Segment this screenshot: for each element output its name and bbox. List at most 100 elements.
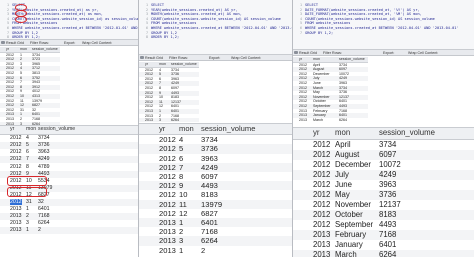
table-row[interactable]: 2012 4 3734 [0, 135, 138, 142]
table-row[interactable]: 2012 8 6097 [139, 172, 292, 181]
table-row[interactable]: 2012 6 3963 [0, 149, 138, 156]
table-row[interactable]: 2012 4 3734 [139, 135, 292, 144]
result-grid-tab[interactable]: Result Grid [299, 51, 317, 55]
table-cell: 4493 [171, 90, 179, 95]
sql-code-line: SELECT [305, 3, 318, 7]
table-cell: 13979 [201, 199, 223, 209]
table-row[interactable]: 2012 6 3963 [139, 154, 292, 163]
column-header-yr[interactable]: yr [299, 57, 302, 61]
highlight-row-box [7, 187, 47, 197]
table-row[interactable]: 2013 January 6401 [293, 240, 474, 250]
table-row[interactable]: 2012 May 3736 [293, 190, 474, 200]
table-cell: 12137 [171, 99, 181, 104]
table-row[interactable]: 2012 5 3736 [139, 144, 292, 154]
table-cell: 4493 [379, 220, 397, 229]
table-row[interactable]: 2013 1 6401 [0, 206, 138, 213]
table-cell: 2012 [299, 76, 307, 81]
right-sql-editor[interactable]: 1 SELECT 2 DATE_FORMAT(website_sessions.cr… [293, 0, 474, 50]
column-header-mon[interactable]: mon [26, 126, 36, 132]
table-row[interactable]: 2012 September 4493 [293, 220, 474, 230]
table-cell: 6264 [339, 117, 347, 122]
table-cell: 10 [179, 190, 188, 200]
left-result-toolbar: Result Grid Filter Rows: Export: Wrap Ce… [0, 40, 138, 46]
column-header-session-volume[interactable]: session_volume [339, 57, 365, 61]
line-number: 5 [145, 21, 148, 26]
table-cell: 3 [20, 61, 22, 66]
table-row[interactable]: 2013 3 6264 [0, 220, 138, 227]
result-grid-tab[interactable]: Result Grid [6, 41, 24, 45]
table-row[interactable]: 2012 12 6827 [139, 209, 292, 218]
column-header-yr[interactable]: yr [145, 62, 148, 66]
result-grid-header: yr mon session_volume [139, 124, 292, 136]
table-row[interactable]: 2012 August 6097 [293, 150, 474, 160]
table-cell: 2012 [145, 72, 153, 77]
table-cell: 2012 [6, 75, 14, 80]
line-number: 4 [299, 16, 302, 21]
line-number: 6 [299, 26, 302, 30]
column-header-session-volume[interactable]: session_volume [379, 128, 435, 137]
table-row[interactable]: 2012 July 4249 [293, 170, 474, 180]
table-cell: 2012 [6, 84, 14, 89]
column-header-mon[interactable]: mon [159, 62, 166, 66]
table-row[interactable]: 2013 February 7168 [293, 230, 474, 240]
table-row[interactable]: 2012 8 4789 [0, 164, 138, 171]
table-cell: 7 [159, 81, 161, 86]
column-header-session-volume[interactable]: session_volume [201, 124, 255, 133]
column-header-mon[interactable]: mon [313, 57, 320, 61]
table-row[interactable]: 2012 December 10072 [293, 160, 474, 170]
grid-icon [140, 56, 144, 59]
table-cell: 2012 [299, 71, 307, 76]
table-row[interactable]: 2012 November 12137 [293, 200, 474, 210]
table-row[interactable]: 2012 April 3734 [293, 140, 474, 150]
column-header-yr[interactable]: yr [159, 124, 165, 133]
column-header-session-volume[interactable]: session_volume [32, 47, 58, 51]
column-header-yr[interactable]: yr [6, 47, 9, 51]
column-header-mon[interactable]: mon [179, 124, 194, 133]
table-row[interactable]: 2013 March 6264 [293, 250, 474, 257]
table-row[interactable]: 2013 3 6264 [139, 236, 292, 246]
table-row[interactable]: 2012 7 4249 [139, 162, 292, 172]
table-cell: 3734 [171, 67, 179, 72]
table-row[interactable]: 2013 2 7168 [139, 227, 292, 236]
table-row[interactable]: 2012 June 3963 [293, 180, 474, 190]
table-cell: June [313, 80, 321, 85]
table-cell: 3752 [32, 75, 40, 80]
table-row[interactable]: 2012 11 13979 [139, 199, 292, 209]
table-cell: 2012 [10, 199, 22, 205]
filter-rows-label: Filter Rows: [323, 51, 342, 55]
table-row[interactable]: 2013 2 7168 [0, 213, 138, 221]
table-cell: 3912 [32, 84, 40, 89]
table-cell: 2012 [10, 135, 22, 142]
table-cell: 11 [179, 199, 187, 209]
table-cell: 2013 [10, 220, 22, 227]
table-row[interactable]: 2012 31 32 [0, 199, 138, 207]
table-cell: 1 [26, 206, 29, 213]
result-grid-tab[interactable]: Result Grid [145, 56, 163, 60]
sql-code-line: COUNT(website_sessions.website_session_i… [151, 16, 281, 21]
column-header-mon[interactable]: mon [335, 128, 350, 137]
table-row[interactable]: 2013 1 2 [0, 227, 138, 235]
middle-sql-editor[interactable]: 1 SELECT 2 YEAR(website_sessions.created_a… [139, 0, 292, 55]
table-row[interactable]: 2012 October 8183 [293, 210, 474, 220]
column-header-yr[interactable]: yr [10, 126, 14, 132]
table-row[interactable]: 2013 3 6264 [139, 118, 199, 122]
column-header-mon[interactable]: mon [20, 47, 27, 51]
column-header-session-volume[interactable]: session_volume [38, 126, 75, 132]
column-header-session-volume[interactable]: session_volume [171, 62, 197, 66]
export-label[interactable]: Export: [383, 51, 394, 55]
table-row[interactable]: 2012 7 4249 [0, 156, 138, 164]
table-cell: November [313, 94, 330, 99]
export-label[interactable]: Export: [64, 41, 75, 45]
column-header-yr[interactable]: yr [313, 128, 320, 137]
table-row[interactable]: 2013 1 6401 [139, 218, 292, 228]
table-cell: 1 [20, 52, 22, 57]
table-row[interactable]: 2013 1 2 [139, 246, 292, 255]
table-row[interactable]: 2013 March 6264 [293, 118, 368, 123]
table-cell: 2012 [299, 99, 307, 104]
table-row[interactable]: 2012 5 3736 [0, 142, 138, 150]
filter-rows-label: Filter Rows: [169, 56, 188, 60]
table-row[interactable]: 2012 10 8183 [139, 190, 292, 199]
table-row[interactable]: 2012 9 4493 [139, 181, 292, 191]
export-label[interactable]: Export: [209, 56, 220, 60]
table-cell: 2012 [10, 163, 22, 170]
